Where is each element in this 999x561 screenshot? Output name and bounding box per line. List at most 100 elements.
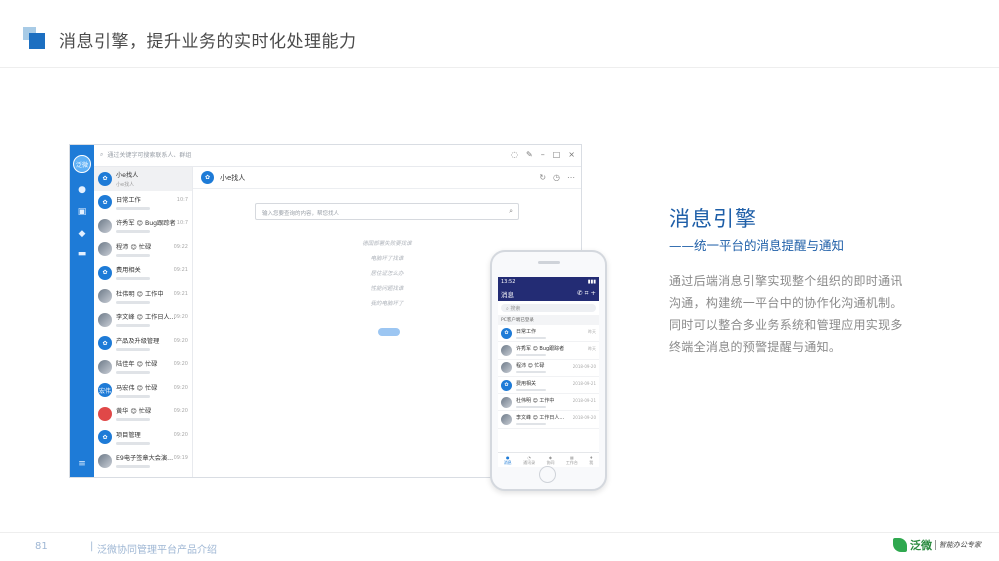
workflow-icon[interactable]: ◆	[77, 229, 87, 239]
mobile-chat-item[interactable]: 程沛 😊 忙碌 2018-09-20	[498, 360, 599, 377]
group-avatar-icon: ✿	[98, 430, 112, 445]
chat-item[interactable]: ✿ 日常工作 10:7	[94, 191, 192, 215]
more-icon[interactable]: ⋯	[567, 173, 575, 182]
group-avatar-icon: ✿	[501, 379, 512, 391]
mobile-chat-item[interactable]: 杜伟明 😊 工作中 2018-09-21	[498, 394, 599, 412]
avatar	[501, 414, 512, 426]
avatar	[98, 359, 112, 374]
chat-item[interactable]: 程沛 😊 忙碌 09:22	[94, 238, 192, 262]
chat-search-placeholder: 输入您要查询的内容，帮您找人	[262, 211, 340, 217]
mobile-title: 消息	[501, 291, 514, 299]
window-topbar: ⌕ 通过关键字可搜索联系人、群组 ◌ ✎ – □ ×	[94, 145, 581, 167]
header-decoration	[23, 27, 45, 49]
section-title: 消息引擎	[669, 207, 757, 231]
brand-logo: 泛微 智能办公专家	[893, 537, 981, 553]
add-icon[interactable]: +	[591, 289, 596, 297]
chat-item[interactable]: 杜伟明 😊 工作中 09:21	[94, 285, 192, 309]
mobile-chat-item[interactable]: 许秀军 😊 Bug跟踪者 昨天	[498, 342, 599, 360]
leaf-icon	[893, 538, 907, 552]
chat-time: 09:21	[173, 267, 188, 273]
mobile-search-label: 搜索	[510, 306, 521, 312]
page-title: 消息引擎，提升业务的实时化处理能力	[59, 32, 357, 52]
chat-time: 09:20	[173, 431, 188, 438]
tab-workbench[interactable]: ▦ 工作台	[566, 455, 578, 465]
chat-name: 日常工作	[516, 328, 537, 335]
chat-item[interactable]: ✿ 小e找人 小e找人	[94, 167, 192, 191]
chat-time: 09:20	[173, 408, 188, 414]
mobile-search[interactable]: ⌕ 搜索	[501, 304, 596, 312]
avatar	[501, 362, 512, 374]
chat-time: 2018-09-21	[572, 398, 596, 404]
mobile-screen: 13:52 ▮▮▮ 消息 ✆ ⌗ + ⌕ 搜索 PC客户端已登录 ✿ 日常工作 昨天 许…	[498, 277, 599, 467]
chat-time: 09:20	[173, 361, 188, 367]
chat-time: 09:19	[173, 455, 188, 461]
footer-divider	[0, 532, 999, 533]
mobile-chat-item[interactable]: ✿ 费用相关 2018-09-21	[498, 377, 599, 395]
chat-time: 2018-09-20	[572, 363, 596, 369]
history-icon[interactable]: ◷	[553, 173, 560, 182]
avatar	[501, 344, 512, 356]
chat-sub: 小e找人	[116, 181, 135, 188]
avatar	[98, 289, 112, 304]
chat-search-input[interactable]: 输入您要查询的内容，帮您找人 ⌕	[255, 203, 519, 220]
group-avatar-icon: ✿	[98, 336, 112, 351]
chat-time: 2018-09-21	[572, 380, 596, 386]
minimize-icon[interactable]: –	[541, 150, 545, 159]
avatar: 宏伟	[98, 383, 112, 398]
mobile-chat-item[interactable]: 李文峰 😊 工作日人... 2018-09-20	[498, 411, 599, 429]
tab-label: 协同	[546, 460, 555, 465]
chat-item[interactable]: 许秀军 😊 Bug跟踪者 10:7	[94, 214, 192, 238]
status-time: 13:52	[501, 279, 516, 285]
suggestion[interactable]: 德国部署失败要找谁	[193, 239, 581, 247]
assistant-graphic	[378, 328, 400, 336]
search-icon: ⌕	[509, 207, 513, 215]
avatar	[98, 242, 112, 257]
contacts-icon[interactable]: ▣	[77, 207, 87, 217]
pin-icon[interactable]: ✎	[526, 150, 533, 159]
chat-item[interactable]: 陆佳年 😊 忙碌 09:20	[94, 355, 192, 379]
chat-item[interactable]: 黄华 😊 忙碌 09:20	[94, 402, 192, 426]
tab-label: 通讯录	[523, 460, 536, 465]
tab-workflow[interactable]: ◆ 协同	[546, 455, 554, 465]
chat-item[interactable]: ✿ 费用相关 09:21	[94, 261, 192, 285]
user-avatar[interactable]: 泛微	[73, 155, 91, 173]
scan-icon[interactable]: ⌗	[585, 289, 589, 297]
tab-label: 工作台	[565, 460, 578, 465]
pc-login-status[interactable]: PC客户端已登录	[498, 315, 599, 325]
chat-item[interactable]: 宏伟 马宏伟 😊 忙碌 09:20	[94, 379, 192, 403]
section-subtitle: ——统一平台的消息提醒与通知	[669, 238, 845, 253]
refresh-icon[interactable]: ↻	[539, 173, 546, 182]
avatar	[98, 218, 112, 233]
chat-time: 09:22	[173, 243, 188, 250]
chat-bubble-icon[interactable]: ◌	[511, 150, 518, 159]
section-body: 通过后端消息引擎实现整个组织的即时通讯沟通，构建统一平台中的协作化沟通机制。同时…	[669, 274, 903, 354]
home-button[interactable]	[539, 466, 556, 483]
apps-icon[interactable]: ▬	[77, 249, 87, 259]
group-avatar-icon: ✿	[98, 265, 112, 280]
chat-item[interactable]: 李文峰 😊 工作日人... 09:20	[94, 308, 192, 332]
bot-avatar-icon: ✿	[98, 171, 112, 186]
battery-icon: ▮▮▮	[587, 279, 596, 285]
menu-icon[interactable]: ≡	[77, 459, 87, 469]
phone-speaker	[538, 261, 560, 264]
message-icon[interactable]: ●	[77, 185, 87, 195]
avatar	[98, 453, 112, 468]
brand-name: 泛微	[910, 539, 932, 552]
global-search[interactable]: ⌕ 通过关键字可搜索联系人、群组	[100, 150, 191, 160]
brand-slogan: 智能办公专家	[935, 540, 981, 550]
tab-messages[interactable]: ● 消息	[504, 455, 512, 465]
close-icon[interactable]: ×	[568, 150, 575, 159]
avatar	[501, 396, 512, 408]
mobile-chat-item[interactable]: ✿ 日常工作 昨天	[498, 325, 599, 343]
tab-contacts[interactable]: ◔ 通讯录	[523, 455, 535, 465]
tab-me[interactable]: ♦ 我	[589, 455, 593, 465]
chat-item[interactable]: E9电子签章大会演... 09:19	[94, 449, 192, 473]
chat-item[interactable]: ✿ 项目管理 09:20	[94, 426, 192, 450]
chat-time: 昨天	[588, 329, 596, 334]
chat-time: 2018-09-20	[572, 415, 596, 421]
group-avatar-icon: ✿	[98, 195, 112, 210]
phone-icon[interactable]: ✆	[577, 289, 582, 297]
maximize-icon[interactable]: □	[553, 150, 561, 159]
mobile-phone: 13:52 ▮▮▮ 消息 ✆ ⌗ + ⌕ 搜索 PC客户端已登录 ✿ 日常工作 昨天 许…	[490, 250, 607, 491]
chat-item[interactable]: ✿ 产品及升级管理 09:20	[94, 332, 192, 356]
